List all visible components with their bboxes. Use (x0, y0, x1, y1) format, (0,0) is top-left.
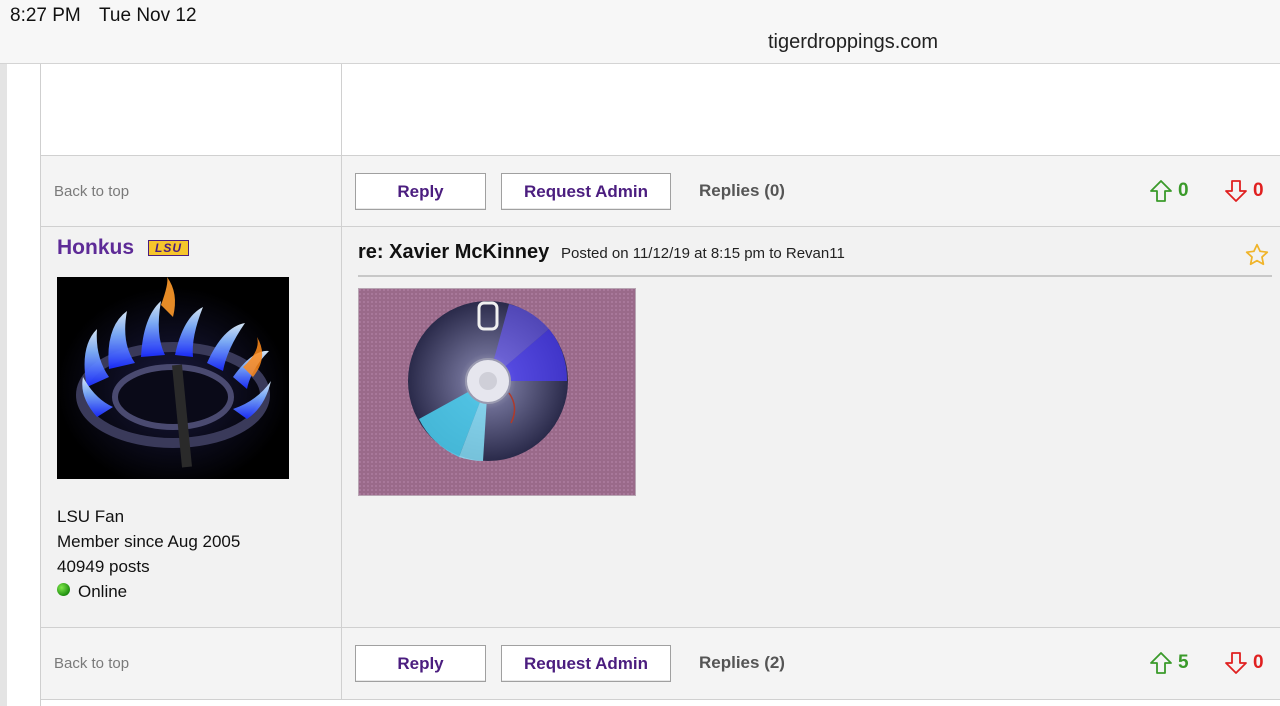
status-time: 8:27 PM (10, 5, 81, 26)
status-bar: 8:27 PM Tue Nov 12 tigerdroppings.com (0, 0, 1280, 64)
post-actions-bar-bottom: Back to top Reply Request Admin Replies … (41, 628, 1280, 700)
previous-post-user-cell (41, 64, 342, 155)
post-title: re: Xavier McKinney (358, 241, 550, 263)
status-date: Tue Nov 12 (99, 5, 197, 26)
page-left-strip (0, 64, 7, 706)
actions-right-cell: Reply Request Admin Replies (0) 0 0 (342, 156, 1280, 226)
upvote-count: 5 (1178, 652, 1189, 673)
actions-left-cell: Back to top (41, 156, 342, 226)
arrow-up-outline-icon (1150, 180, 1172, 202)
actions-left-cell: Back to top (41, 628, 342, 699)
user-avatar[interactable] (57, 277, 289, 479)
cd-disc-image (359, 289, 635, 495)
request-admin-button[interactable]: Request Admin (501, 173, 671, 210)
post-meta: Posted on 11/12/19 at 8:15 pm to Revan11 (561, 245, 845, 262)
forum-post: Honkus LSU LSU Fan Member since Aug 2005… (41, 227, 1280, 628)
reply-button[interactable]: Reply (355, 645, 486, 682)
online-dot-icon (57, 583, 70, 596)
team-badge: LSU (148, 240, 189, 256)
user-fan-label: LSU Fan (57, 507, 125, 526)
user-info: LSU Fan Member since Aug 2005 40949 post… (57, 504, 240, 604)
user-post-count: 40949 posts (57, 557, 150, 576)
post-body-cell: re: Xavier McKinney Posted on 11/12/19 a… (342, 227, 1280, 627)
post-author-username[interactable]: Honkus (57, 236, 134, 260)
upvote-button[interactable]: 0 (1149, 178, 1189, 204)
arrow-down-outline-icon (1225, 180, 1247, 202)
arrow-down-outline-icon (1225, 652, 1247, 674)
downvote-button[interactable]: 0 (1224, 650, 1264, 676)
post-header: re: Xavier McKinney Posted on 11/12/19 a… (358, 239, 1272, 277)
actions-right-cell: Reply Request Admin Replies (2) 5 0 (342, 628, 1280, 699)
post-actions-bar-top: Back to top Reply Request Admin Replies … (41, 156, 1280, 227)
user-online-status: Online (57, 579, 240, 604)
online-status-label: Online (78, 582, 128, 601)
downvote-count: 0 (1253, 652, 1264, 673)
previous-post-bottom (41, 64, 1280, 156)
gas-flame-avatar-image (57, 277, 289, 479)
address-bar-url[interactable]: tigerdroppings.com (768, 31, 938, 54)
downvote-button[interactable]: 0 (1224, 178, 1264, 204)
reply-button[interactable]: Reply (355, 173, 486, 210)
back-to-top-link[interactable]: Back to top (54, 655, 129, 672)
post-author-cell: Honkus LSU LSU Fan Member since Aug 2005… (41, 227, 342, 627)
post-image-cd-on-carpet[interactable] (358, 288, 636, 496)
upvote-count: 0 (1178, 180, 1189, 201)
back-to-top-link[interactable]: Back to top (54, 183, 129, 200)
downvote-count: 0 (1253, 180, 1264, 201)
previous-post-body-cell (342, 64, 1280, 155)
arrow-up-outline-icon (1150, 652, 1172, 674)
upvote-button[interactable]: 5 (1149, 650, 1189, 676)
replies-link[interactable]: Replies (0) (699, 181, 785, 201)
request-admin-button[interactable]: Request Admin (501, 645, 671, 682)
replies-link[interactable]: Replies (2) (699, 653, 785, 673)
user-member-since: Member since Aug 2005 (57, 532, 241, 551)
star-outline-icon[interactable] (1244, 242, 1270, 268)
